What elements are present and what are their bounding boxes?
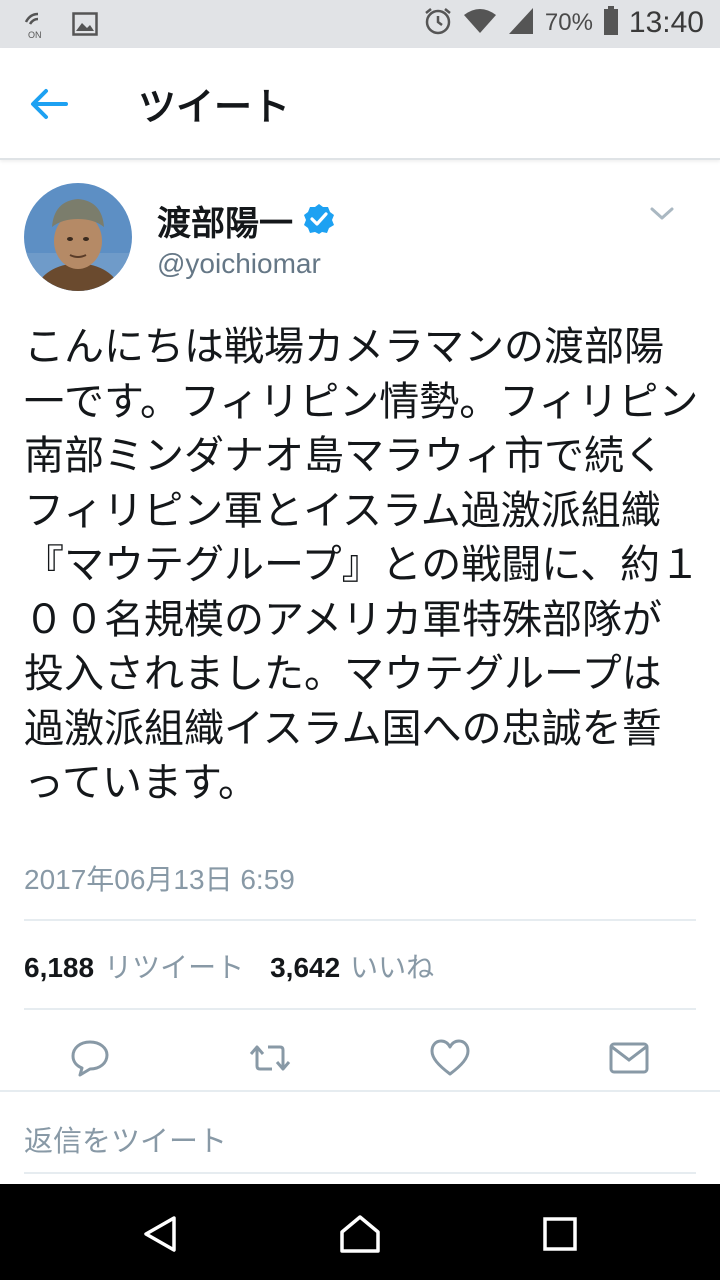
avatar[interactable]: [24, 183, 132, 291]
clock: 13:40: [628, 6, 704, 39]
svg-text:ON: ON: [28, 30, 42, 40]
battery-percent: 70%: [544, 9, 593, 36]
battery-icon: [603, 6, 619, 40]
tweet-timestamp: 2017年06月13日 6:59: [24, 864, 295, 895]
divider: [24, 919, 696, 921]
alarm-icon: [423, 6, 453, 40]
nfc-icon: ON: [22, 8, 52, 44]
chevron-down-icon[interactable]: [648, 204, 676, 224]
retweet-count[interactable]: 6,188: [24, 952, 94, 984]
back-triangle-icon[interactable]: [138, 1212, 182, 1256]
display-name[interactable]: 渡部陽一: [157, 196, 293, 245]
reply-input[interactable]: 返信をツイート: [24, 1118, 227, 1160]
tweet-text: こんにちは戦場カメラマンの渡部陽一です。フィリピン情勢。フィリピン南部ミンダナオ…: [24, 324, 700, 806]
back-arrow-icon[interactable]: [26, 82, 72, 126]
recent-apps-icon[interactable]: [538, 1212, 582, 1256]
like-label[interactable]: いいね: [350, 946, 434, 986]
divider: [0, 1090, 720, 1092]
direct-message-icon[interactable]: [603, 1032, 655, 1084]
verified-badge-icon: [303, 203, 335, 239]
image-icon: [72, 12, 98, 40]
wifi-icon: [463, 7, 497, 39]
navigation-bar: [0, 1184, 720, 1280]
retweet-label[interactable]: リツイート: [104, 946, 244, 986]
status-bar: ON 70% 13:40: [0, 0, 720, 48]
tweet-stats: 6,188 リツイート 3,642 いいね: [24, 946, 434, 986]
divider: [24, 1008, 696, 1010]
reply-icon[interactable]: [64, 1032, 116, 1084]
user-handle[interactable]: @yoichiomar: [157, 248, 321, 280]
signal-icon: [507, 6, 535, 40]
home-icon[interactable]: [338, 1212, 382, 1256]
like-count[interactable]: 3,642: [270, 952, 340, 984]
page-title: ツイート: [138, 85, 291, 129]
retweet-icon[interactable]: [244, 1032, 296, 1084]
author-name-row[interactable]: 渡部陽一: [157, 196, 335, 245]
app-bar: ツイート: [0, 48, 720, 160]
like-icon[interactable]: [424, 1032, 476, 1084]
divider: [24, 1172, 696, 1174]
tweet-actions: [0, 1032, 720, 1084]
